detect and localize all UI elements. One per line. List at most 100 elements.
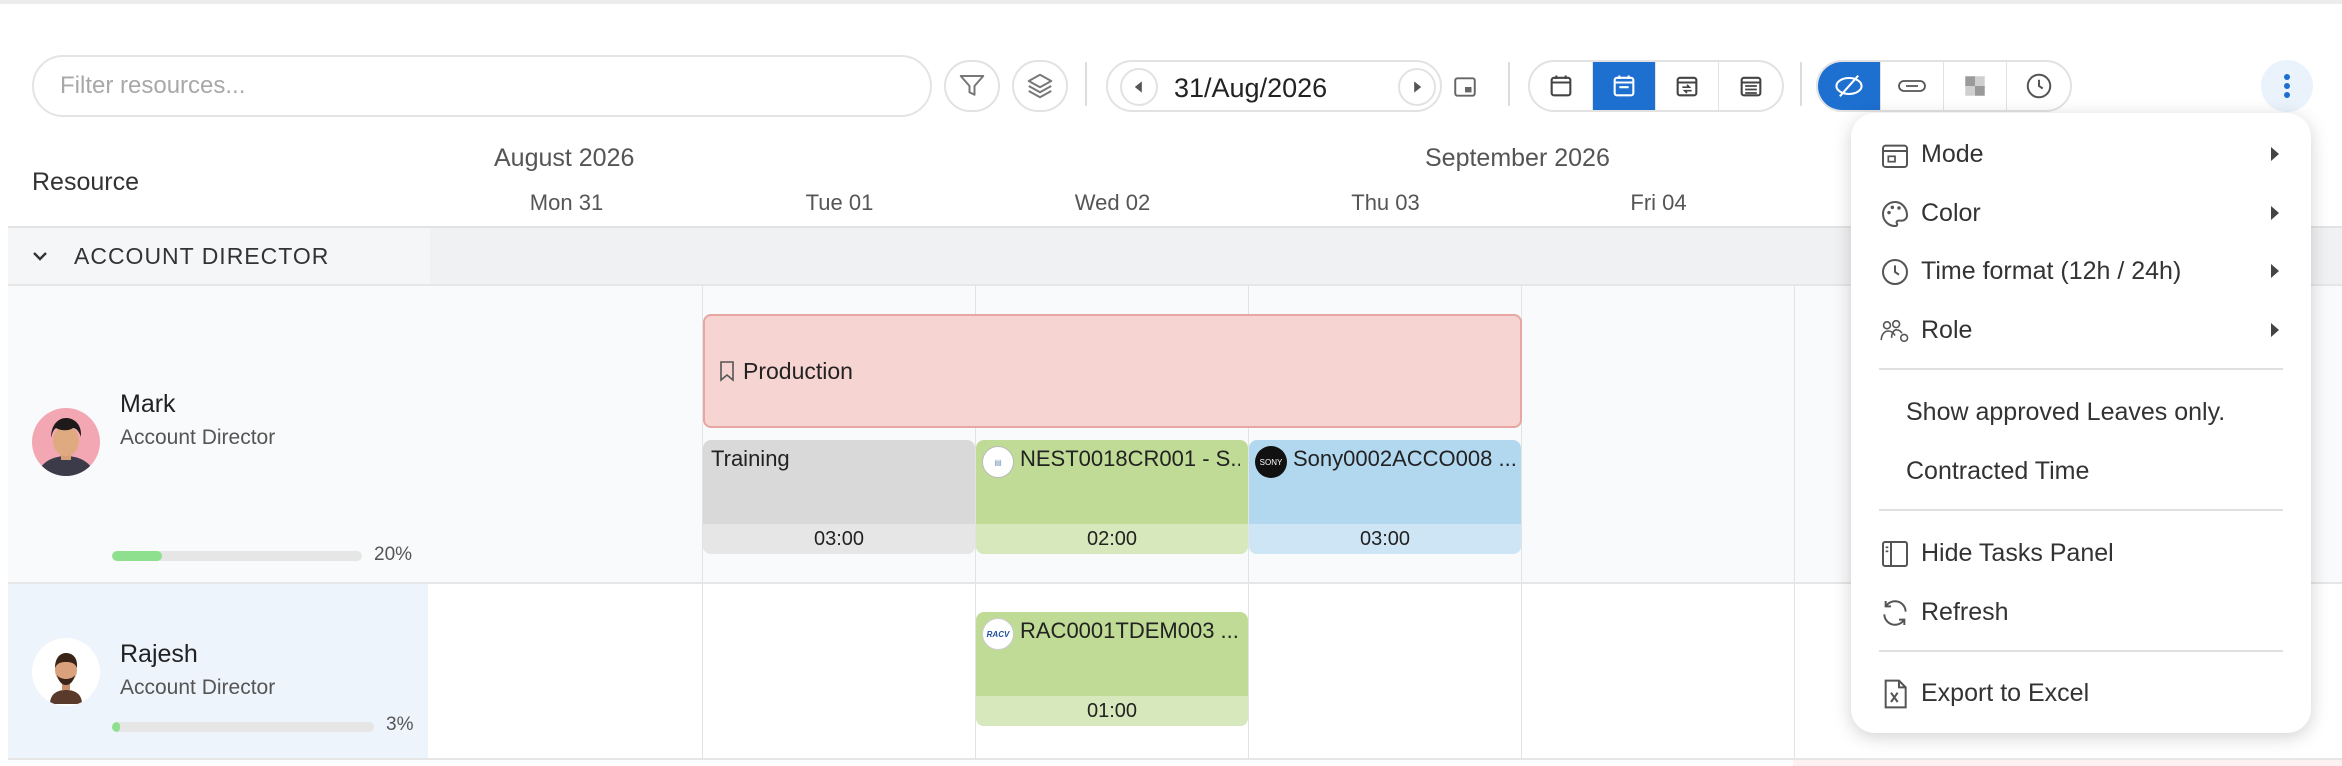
- project-event[interactable]: RACV RAC0001TDEM003 ... 01:00: [976, 612, 1248, 726]
- resource-name: Mark: [120, 390, 176, 418]
- palette-icon: [1882, 200, 1909, 228]
- menu-item-label: Contracted Time: [1906, 457, 2090, 485]
- role-icon: [1880, 319, 1909, 343]
- week-view-button[interactable]: [1593, 62, 1656, 110]
- utilization-fill: [112, 551, 162, 561]
- time-toggle-button[interactable]: [2007, 62, 2070, 110]
- avatar: [32, 408, 100, 476]
- submenu-arrow-icon: [2271, 323, 2279, 337]
- chevron-down-icon[interactable]: [30, 246, 50, 266]
- day-label: Tue 01: [805, 190, 874, 215]
- day-view-button[interactable]: [1530, 62, 1593, 110]
- hide-toggle-button[interactable]: [1818, 62, 1881, 110]
- utilization-percent: 20%: [374, 544, 413, 565]
- more-options-button[interactable]: [2261, 60, 2313, 112]
- resource-role: Account Director: [120, 426, 276, 449]
- utilization-bar: [112, 722, 374, 732]
- event-title: Sony0002ACCO008 ...: [1293, 446, 1515, 471]
- current-date[interactable]: 31/Aug/2026: [1174, 73, 1327, 104]
- link-toggle-button[interactable]: [1881, 62, 1944, 110]
- filter-icon: [959, 75, 985, 96]
- event-title: RAC0001TDEM003 ...: [1020, 618, 1239, 643]
- resource-cell[interactable]: Mark Account Director 20%: [8, 286, 428, 582]
- month-label: August 2026: [494, 144, 635, 172]
- calendar-range-icon: [1676, 76, 1698, 97]
- display-options-group: [1816, 60, 2072, 112]
- caret-right-icon: [1414, 81, 1422, 93]
- menu-item-contracted-time[interactable]: Contracted Time: [1851, 444, 2311, 496]
- layers-button[interactable]: [1012, 60, 1068, 112]
- project-event[interactable]: ▤ NEST0018CR001 - S... 02:00: [976, 440, 1248, 554]
- menu-item-label: Refresh: [1921, 598, 2009, 626]
- date-picker-button[interactable]: [1452, 74, 1478, 105]
- menu-item-color[interactable]: Color: [1851, 186, 2311, 238]
- resource-name: Rajesh: [120, 640, 198, 668]
- kebab-menu-icon: [2284, 74, 2290, 98]
- calendar-day-icon: [1550, 75, 1572, 97]
- day-divider: [1794, 584, 1795, 758]
- event-title: Production: [743, 358, 853, 384]
- menu-item-label: Export to Excel: [1921, 679, 2090, 707]
- day-label: Wed 02: [1074, 190, 1151, 215]
- menu-divider: [1879, 368, 2283, 370]
- training-event[interactable]: Training 03:00: [703, 440, 975, 554]
- menu-item-label: Show approved Leaves only.: [1906, 398, 2226, 426]
- layers-icon: [1027, 73, 1053, 99]
- top-border: [0, 0, 2342, 4]
- bookmark-icon: [720, 361, 734, 382]
- view-mode-group: [1528, 60, 1784, 112]
- calendar-mode-icon: [1882, 144, 1908, 168]
- prev-date-button[interactable]: [1120, 68, 1158, 106]
- menu-item-hide-tasks-panel[interactable]: Hide Tasks Panel: [1851, 526, 2311, 578]
- submenu-arrow-icon: [2271, 264, 2279, 278]
- toolbar-divider: [1508, 62, 1510, 106]
- month-view-button[interactable]: [1719, 62, 1782, 110]
- eye-off-icon: [1835, 75, 1863, 97]
- group-label: ACCOUNT DIRECTOR: [74, 243, 330, 269]
- event-time: 02:00: [976, 524, 1248, 554]
- day-label: Thu 03: [1351, 190, 1420, 215]
- resource-cell[interactable]: Rajesh Account Director 3%: [8, 584, 428, 758]
- menu-item-role[interactable]: Role: [1851, 303, 2311, 355]
- menu-divider: [1879, 650, 2283, 652]
- day-label: Mon 31: [529, 190, 604, 215]
- menu-divider: [1879, 509, 2283, 511]
- event-title: Training: [711, 446, 790, 471]
- menu-item-show-approved-leaves[interactable]: Show approved Leaves only.: [1851, 385, 2311, 437]
- menu-item-label: Time format (12h / 24h): [1921, 257, 2182, 285]
- clock-icon: [2026, 73, 2051, 99]
- racv-logo-icon: RACV: [982, 618, 1014, 650]
- event-title: NEST0018CR001 - S...: [1020, 446, 1240, 471]
- day-label: Fri 04: [1630, 190, 1687, 215]
- toolbar-divider: [1800, 62, 1802, 106]
- menu-item-time-format[interactable]: Time format (12h / 24h): [1851, 244, 2311, 296]
- month-label: September 2026: [1425, 144, 1610, 172]
- nest-logo-icon: ▤: [982, 446, 1014, 478]
- two-week-view-button[interactable]: [1656, 62, 1719, 110]
- event-time: 03:00: [703, 524, 975, 554]
- submenu-arrow-icon: [2271, 147, 2279, 161]
- production-event[interactable]: Production: [703, 314, 1522, 428]
- day-divider: [1794, 286, 1795, 582]
- utilization-fill: [112, 722, 120, 732]
- menu-item-refresh[interactable]: Refresh: [1851, 585, 2311, 637]
- link-icon: [1898, 80, 1926, 92]
- avatar: [32, 638, 100, 706]
- menu-item-label: Hide Tasks Panel: [1921, 539, 2114, 567]
- next-date-button[interactable]: [1398, 68, 1436, 106]
- event-time: 01:00: [976, 696, 1248, 726]
- filter-resources-input[interactable]: [32, 55, 932, 117]
- heatmap-toggle-button[interactable]: [1944, 62, 2007, 110]
- clock-icon: [1882, 259, 1908, 285]
- calendar-month-icon: [1740, 76, 1761, 97]
- calendar-picker-icon: [1454, 77, 1476, 97]
- day-divider: [1248, 584, 1249, 758]
- project-event[interactable]: SONY Sony0002ACCO008 ... 03:00: [1249, 440, 1521, 554]
- sony-logo-icon: SONY: [1255, 446, 1287, 478]
- panel-icon: [1882, 541, 1908, 567]
- resource-header-label: Resource: [32, 168, 139, 196]
- menu-item-label: Color: [1921, 199, 1981, 227]
- menu-item-mode[interactable]: Mode: [1851, 127, 2311, 179]
- filter-button[interactable]: [944, 60, 1000, 112]
- menu-item-export-excel[interactable]: Export to Excel: [1851, 666, 2311, 718]
